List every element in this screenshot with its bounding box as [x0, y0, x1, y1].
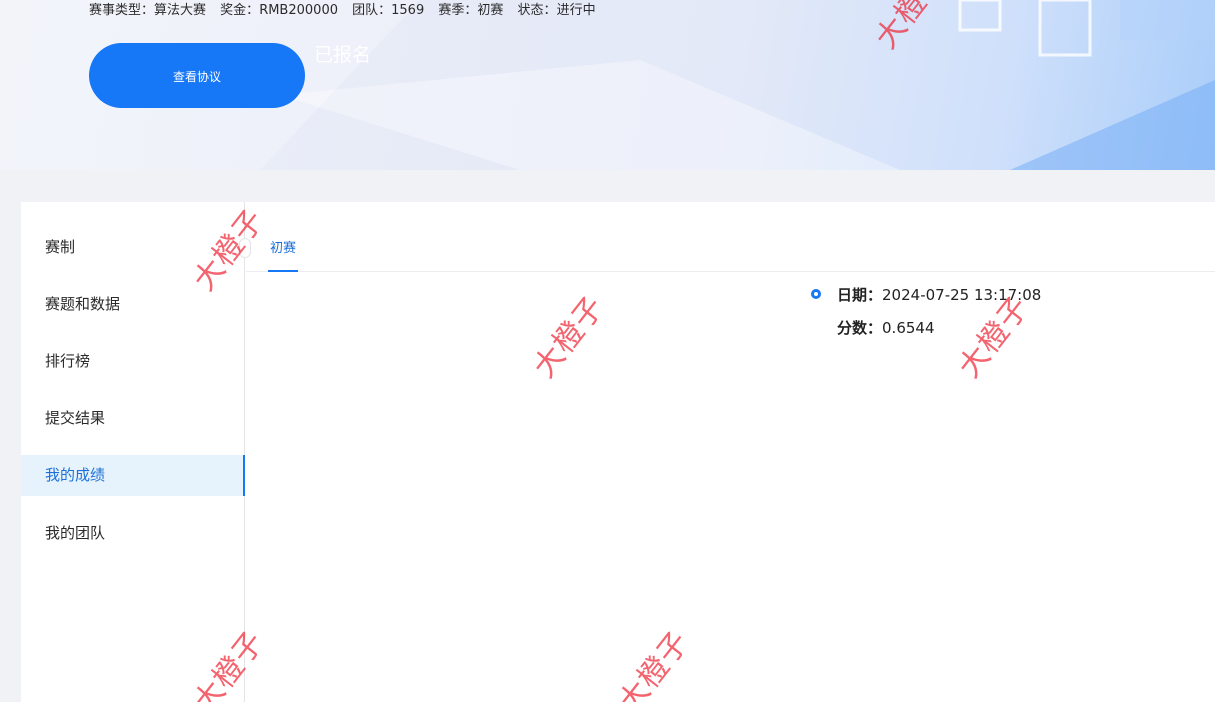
- sidebar-item-format[interactable]: 赛制: [21, 227, 245, 268]
- info-prize: 奖金：RMB200000: [220, 3, 338, 18]
- registered-button[interactable]: 已报名 查看协议: [89, 43, 371, 108]
- info-teams: 团队：1569: [352, 3, 425, 18]
- sidebar-item-submit[interactable]: 提交结果: [21, 398, 245, 439]
- info-status: 状态：进行中: [517, 3, 596, 18]
- registered-label: 已报名: [314, 44, 372, 66]
- tab-preliminary[interactable]: 初赛: [268, 228, 299, 272]
- score-row: 分数：0.6544: [837, 317, 935, 339]
- sidebar-item-my-score[interactable]: 我的成绩: [21, 455, 245, 496]
- stage-tabs: 初赛: [246, 228, 1215, 272]
- main-panel: 初赛 日期：2024-07-25 13:17:08 分数：0.6544: [246, 202, 1215, 702]
- competition-info: 赛事类型：算法大赛 奖金：RMB200000 团队：1569 赛季：初赛 状态：…: [89, 1, 606, 21]
- info-type: 赛事类型：算法大赛: [89, 3, 207, 18]
- content-card: 赛制 赛题和数据 排行榜 提交结果 我的成绩 我的团队 初赛 日期：2024-0…: [21, 202, 1215, 702]
- sidebar-item-leaderboard[interactable]: 排行榜: [21, 341, 245, 382]
- date-value: 2024-07-25 13:17:08: [882, 286, 1042, 304]
- info-season: 赛季：初赛: [438, 3, 504, 18]
- sidebar-item-my-team[interactable]: 我的团队: [21, 513, 245, 554]
- sidebar-nav: 赛制 赛题和数据 排行榜 提交结果 我的成绩 我的团队: [21, 202, 251, 702]
- timeline-dot-icon: [811, 289, 821, 299]
- score-label: 分数：: [837, 319, 883, 337]
- score-value: 0.6544: [882, 319, 935, 337]
- view-agreement-link[interactable]: 查看协议: [173, 68, 221, 86]
- date-label: 日期：: [837, 286, 883, 304]
- sidebar-item-problem-data[interactable]: 赛题和数据: [21, 284, 245, 325]
- date-row: 日期：2024-07-25 13:17:08: [837, 284, 1041, 306]
- competition-banner: 赛事类型：算法大赛 奖金：RMB200000 团队：1569 赛季：初赛 状态：…: [0, 0, 1215, 170]
